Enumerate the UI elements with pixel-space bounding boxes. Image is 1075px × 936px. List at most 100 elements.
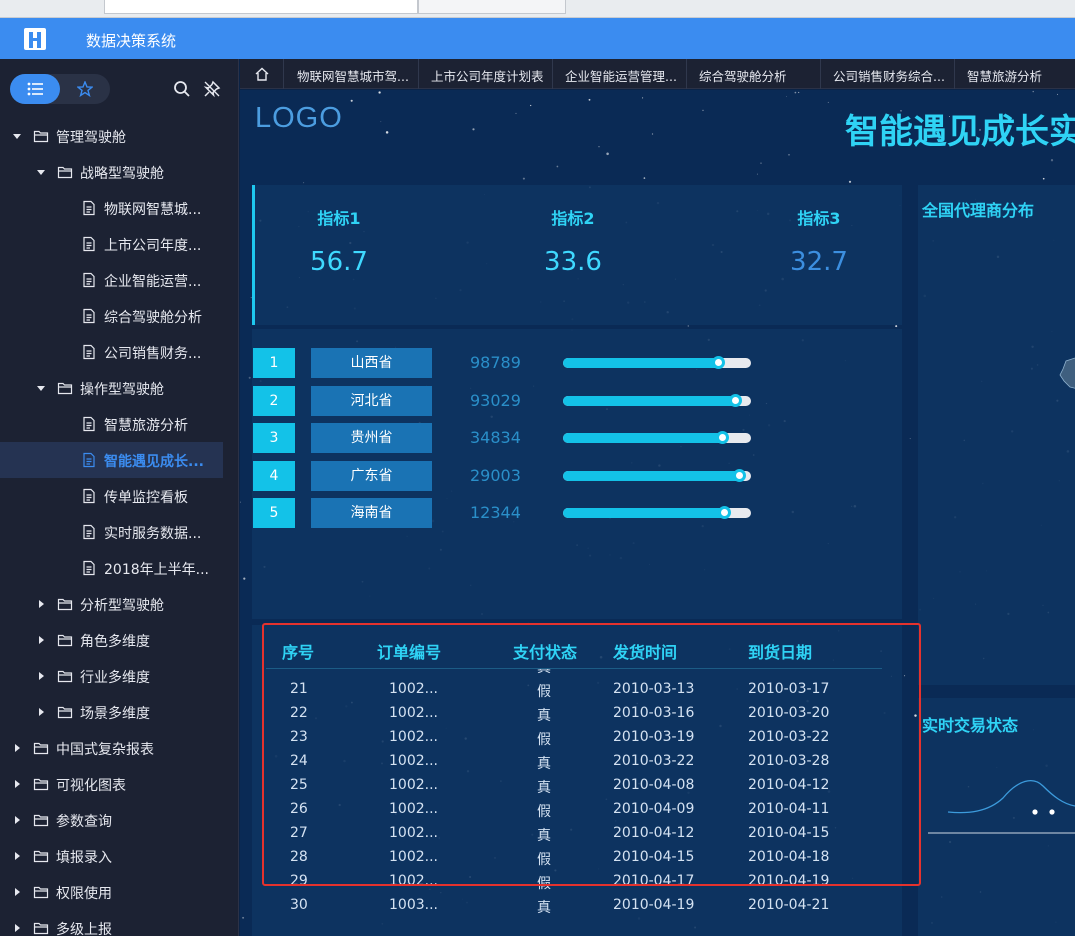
tab-smart-tourism[interactable]: 智慧旅游分析 <box>955 59 1075 89</box>
table-header-ship-time: 发货时间 <box>613 643 678 662</box>
cell-pay-status: 真 <box>537 708 551 724</box>
ranking-row: 4 广东省 29003 <box>252 460 902 491</box>
address-bar-suffix[interactable] <box>418 0 566 14</box>
cell-ship-time: 2010-03-19 <box>613 729 695 745</box>
cell-arrival-date: 2010-03-28 <box>748 753 830 769</box>
tree-item-label: 智能遇见成长... <box>104 454 204 470</box>
table-row[interactable]: 29 1002... 假 2010-04-17 2010-04-19 <box>252 871 902 895</box>
tab-sales-finance[interactable]: 公司销售财务综合... <box>821 59 955 89</box>
sidebar-tree-item[interactable]: 行业多维度 <box>0 658 239 694</box>
table-row[interactable]: 30 1003... 真 2010-04-19 2010-04-21 <box>252 895 902 919</box>
caret-down-icon[interactable] <box>12 131 22 141</box>
cell-order-no: 1002... <box>389 801 438 817</box>
table-row[interactable]: 21 1002... 假 2010-03-13 2010-03-17 <box>252 679 902 703</box>
sidebar-tree-item[interactable]: 智能遇见成长... <box>0 442 223 478</box>
realtime-trend-curve <box>928 780 1075 834</box>
caret-right-icon[interactable] <box>12 815 22 825</box>
rank-number: 5 <box>253 498 295 529</box>
unpin-icon[interactable] <box>202 79 222 99</box>
caret-right-icon[interactable] <box>12 779 22 789</box>
cell-ship-time: 2010-04-19 <box>613 897 695 913</box>
kpi-card: 指标2 33.6 <box>513 205 633 277</box>
tree-item-label: 2018年上半年... <box>104 562 209 578</box>
cell-ship-time: 2010-04-15 <box>613 849 695 865</box>
caret-right-icon[interactable] <box>12 923 22 933</box>
sidebar-tree-item[interactable]: 角色多维度 <box>0 622 239 658</box>
cell-seq: 26 <box>290 801 308 817</box>
sidebar-tree-item[interactable]: 多级上报 <box>0 910 239 936</box>
app-logo-icon <box>24 28 46 50</box>
search-icon[interactable] <box>172 79 192 99</box>
province-value: 12344 <box>470 503 521 523</box>
sidebar-tree-item[interactable]: 分析型驾驶舱 <box>0 586 239 622</box>
sidebar-tree-item[interactable]: 传单监控看板 <box>0 478 239 514</box>
sidebar-tree-item[interactable]: 场景多维度 <box>0 694 239 730</box>
table-row[interactable]: 27 1002... 真 2010-04-12 2010-04-15 <box>252 823 902 847</box>
sidebar-tree-item[interactable]: 公司销售财务... <box>0 334 239 370</box>
progress-fill <box>563 358 719 368</box>
caret-right-icon[interactable] <box>36 671 46 681</box>
caret-right-icon[interactable] <box>12 851 22 861</box>
caret-right-icon[interactable] <box>36 635 46 645</box>
orders-table-body[interactable]: 20 1002... 真 2010-03-12 2010-03-16 21 1002... 假… <box>252 669 902 936</box>
tree-item-label: 行业多维度 <box>80 670 150 686</box>
sidebar-tree-item[interactable]: 权限使用 <box>0 874 239 910</box>
caret-right-icon[interactable] <box>12 887 22 897</box>
table-row[interactable]: 20 1002... 真 2010-03-12 2010-03-16 <box>252 669 902 679</box>
progress-track <box>563 506 751 520</box>
sidebar-tree-item[interactable]: 参数查询 <box>0 802 239 838</box>
table-row[interactable]: 26 1002... 假 2010-04-09 2010-04-11 <box>252 799 902 823</box>
caret-right-icon[interactable] <box>36 599 46 609</box>
tree-item-label: 实时服务数据... <box>104 526 202 542</box>
document-icon <box>83 200 95 216</box>
table-row[interactable]: 23 1002... 假 2010-03-19 2010-03-22 <box>252 727 902 751</box>
tab-smart-ops[interactable]: 企业智能运营管理... <box>553 59 687 89</box>
tab-home[interactable] <box>240 59 284 89</box>
favorites-star-icon[interactable] <box>77 81 93 97</box>
folder-icon <box>33 130 49 143</box>
table-row[interactable]: 28 1002... 假 2010-04-15 2010-04-18 <box>252 847 902 871</box>
caret-right-icon[interactable] <box>12 743 22 753</box>
sidebar-tree-item[interactable]: 管理驾驶舱 <box>0 118 239 154</box>
tab-cockpit-analysis[interactable]: 综合驾驶舱分析 <box>687 59 821 89</box>
sidebar-tree-item[interactable]: 上市公司年度... <box>0 226 239 262</box>
table-row[interactable]: 24 1002... 真 2010-03-22 2010-03-28 <box>252 751 902 775</box>
table-row[interactable]: 22 1002... 真 2010-03-16 2010-03-20 <box>252 703 902 727</box>
sidebar-tree-item[interactable]: 实时服务数据... <box>0 514 239 550</box>
folder-icon <box>57 598 73 611</box>
progress-track <box>563 431 751 445</box>
sidebar-tree-item[interactable]: 2018年上半年... <box>0 550 239 586</box>
cell-pay-status: 真 <box>537 780 551 796</box>
rank-number: 1 <box>253 348 295 378</box>
progress-fill <box>563 470 740 481</box>
document-icon <box>83 488 95 504</box>
dashboard-title: 智能遇见成长实 <box>845 112 1075 152</box>
browser-toolbar <box>0 0 1075 18</box>
sidebar-tree-item[interactable]: 填报录入 <box>0 838 239 874</box>
sidebar-tree-item[interactable]: 智慧旅游分析 <box>0 406 239 442</box>
sidebar-tree-item[interactable]: 战略型驾驶舱 <box>0 154 239 190</box>
sidebar-tree-item[interactable]: 综合驾驶舱分析 <box>0 298 239 334</box>
caret-right-icon[interactable] <box>36 707 46 717</box>
tab-annual-plan[interactable]: 上市公司年度计划表 <box>419 59 553 89</box>
kpi-value: 32.7 <box>790 247 848 277</box>
progress-track <box>563 468 751 482</box>
table-row[interactable]: 25 1002... 真 2010-04-08 2010-04-12 <box>252 775 902 799</box>
sidebar-tree-item[interactable]: 中国式复杂报表 <box>0 730 239 766</box>
sidebar-tree-item[interactable]: 企业智能运营... <box>0 262 239 298</box>
caret-down-icon[interactable] <box>36 383 46 393</box>
cell-pay-status: 假 <box>537 732 551 748</box>
address-bar[interactable] <box>104 0 418 14</box>
tree-item-label: 操作型驾驶舱 <box>80 382 164 398</box>
tab-iot-city[interactable]: 物联网智慧城市驾... <box>285 59 419 89</box>
sidebar-tree-item[interactable]: 操作型驾驶舱 <box>0 370 239 406</box>
agent-map-panel: 全国代理商分布 <box>918 185 1075 685</box>
sidebar-tree-item[interactable]: 物联网智慧城... <box>0 190 239 226</box>
home-icon <box>255 67 269 81</box>
tree-item-label: 物联网智慧城... <box>104 202 202 218</box>
kpi-label: 指标2 <box>551 209 595 228</box>
cell-arrival-date: 2010-04-18 <box>748 849 830 865</box>
sidebar-tree-item[interactable]: 可视化图表 <box>0 766 239 802</box>
tree-item-label: 综合驾驶舱分析 <box>104 310 202 326</box>
caret-down-icon[interactable] <box>36 167 46 177</box>
